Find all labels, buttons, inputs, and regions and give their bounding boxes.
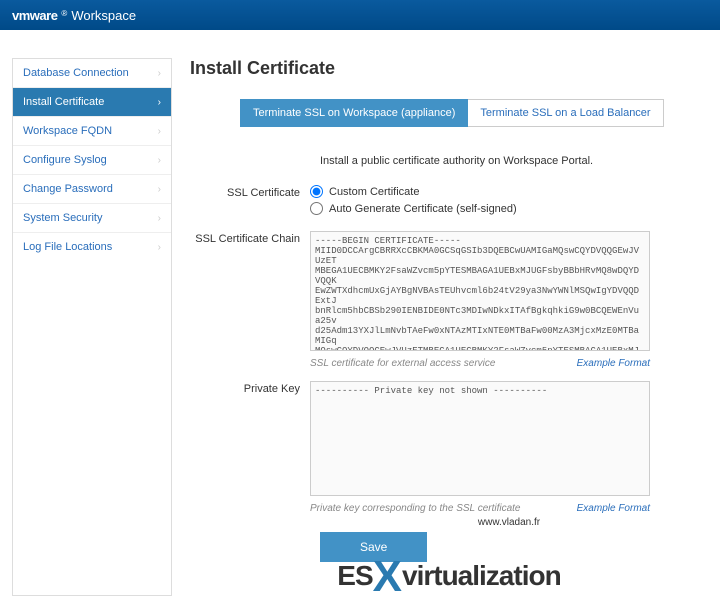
watermark-pre: ES [337,560,372,591]
watermark-url: www.vladan.fr [478,517,540,528]
tab-terminate-ssl-workspace[interactable]: Terminate SSL on Workspace (appliance) [240,99,468,127]
ssl-chain-textarea[interactable] [310,231,650,351]
sidebar-item-change-password[interactable]: Change Password › [13,175,171,204]
chevron-right-icon: › [158,126,161,137]
sidebar-item-configure-syslog[interactable]: Configure Syslog › [13,146,171,175]
private-key-label: Private Key [190,381,310,514]
chevron-right-icon: › [158,213,161,224]
brand-reg: ® [61,9,67,18]
sidebar-item-label: System Security [23,212,102,224]
tab-terminate-ssl-load-balancer[interactable]: Terminate SSL on a Load Balancer [468,99,663,127]
brand-workspace: Workspace [71,8,136,23]
save-button[interactable]: Save [320,532,427,562]
sidebar-item-system-security[interactable]: System Security › [13,204,171,233]
header-stripe [0,30,720,50]
private-key-hint: Private key corresponding to the SSL cer… [310,503,520,514]
watermark-post: virtualization [402,560,561,591]
private-key-textarea[interactable] [310,381,650,496]
ssl-chain-label: SSL Certificate Chain [190,231,310,369]
ssl-certificate-label: SSL Certificate [190,185,310,219]
sidebar-item-database-connection[interactable]: Database Connection › [13,59,171,88]
radio-auto-label: Auto Generate Certificate (self-signed) [329,203,517,215]
chevron-right-icon: › [158,68,161,79]
sidebar-item-label: Change Password [23,183,113,195]
sidebar-item-label: Workspace FQDN [23,125,112,137]
brand-vmware: vmware [12,8,57,23]
chevron-right-icon: › [158,242,161,253]
sidebar-item-log-file-locations[interactable]: Log File Locations › [13,233,171,261]
chevron-right-icon: › [158,184,161,195]
sidebar-item-label: Database Connection [23,67,129,79]
ssl-chain-hint: SSL certificate for external access serv… [310,358,495,369]
ssl-chain-example-link[interactable]: Example Format [577,358,650,369]
brand-logo: vmware ® Workspace [12,8,136,23]
private-key-example-link[interactable]: Example Format [577,503,650,514]
app-header: vmware ® Workspace [0,0,720,30]
sidebar-item-install-certificate[interactable]: Install Certificate › [13,88,171,117]
main-content: Install Certificate Terminate SSL on Wor… [190,58,708,596]
radio-custom-certificate[interactable] [310,185,323,198]
radio-custom-label: Custom Certificate [329,186,419,198]
sidebar-item-label: Log File Locations [23,241,112,253]
sidebar-item-workspace-fqdn[interactable]: Workspace FQDN › [13,117,171,146]
sidebar-item-label: Install Certificate [23,96,104,108]
chevron-right-icon: › [158,155,161,166]
radio-auto-generate[interactable] [310,202,323,215]
sidebar-item-label: Configure Syslog [23,154,107,166]
sidebar: Database Connection › Install Certificat… [12,58,172,596]
chevron-right-icon: › [158,97,161,108]
tab-description: Install a public certificate authority o… [320,155,708,167]
page-title: Install Certificate [190,58,708,79]
tabs: Terminate SSL on Workspace (appliance) T… [240,99,708,127]
